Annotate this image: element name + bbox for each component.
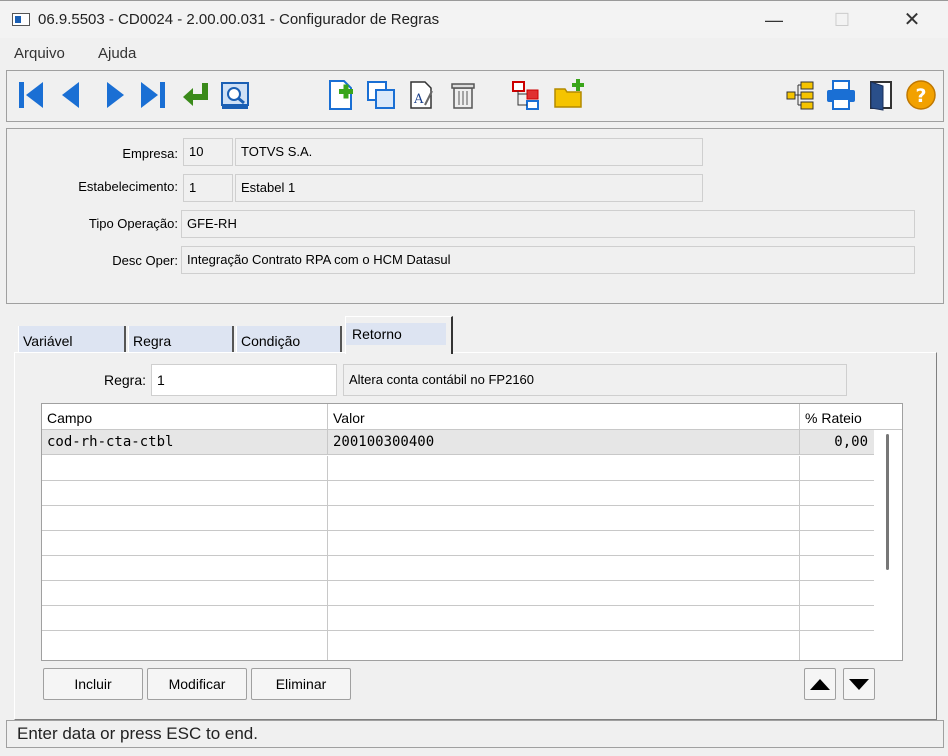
tree-icon[interactable]: [511, 79, 543, 111]
cell-empty[interactable]: [42, 456, 328, 481]
tab-condicao[interactable]: Condição: [236, 326, 342, 352]
arrow-down-icon: [849, 679, 869, 690]
cell-rateio[interactable]: 0,00: [800, 430, 874, 455]
new-folder-icon[interactable]: [553, 79, 585, 111]
cell-empty[interactable]: [328, 481, 800, 506]
cell-empty[interactable]: [42, 481, 328, 506]
tipo-operacao-field[interactable]: GFE-RH: [181, 210, 915, 238]
cell-empty[interactable]: [328, 606, 800, 631]
svg-text:A: A: [413, 92, 424, 107]
delete-icon[interactable]: [447, 79, 479, 111]
estabelecimento-label: Estabelecimento:: [78, 179, 178, 194]
empresa-code-field[interactable]: 10: [183, 138, 233, 166]
table-row[interactable]: [42, 481, 874, 506]
regra-field[interactable]: 1: [151, 364, 337, 396]
menu-bar: Arquivo Ajuda: [0, 38, 948, 68]
search-icon[interactable]: [219, 79, 251, 111]
tab-retorno-label: Retorno: [346, 323, 446, 345]
table-row[interactable]: [42, 456, 874, 481]
first-icon[interactable]: [15, 79, 47, 111]
minimize-button[interactable]: —: [752, 7, 796, 33]
cell-empty[interactable]: [328, 556, 800, 581]
tipo-operacao-label: Tipo Operação:: [88, 216, 178, 231]
grid-header: Campo Valor % Rateio: [42, 404, 902, 430]
toolbar: A ?: [6, 70, 944, 122]
copy-icon[interactable]: [365, 79, 397, 111]
empresa-name-field[interactable]: TOTVS S.A.: [235, 138, 703, 166]
cell-empty[interactable]: [42, 581, 328, 606]
tab-regra[interactable]: Regra: [128, 326, 234, 352]
cell-empty[interactable]: [328, 581, 800, 606]
last-icon[interactable]: [137, 79, 169, 111]
tab-variavel[interactable]: Variável: [18, 326, 126, 352]
table-row[interactable]: [42, 506, 874, 531]
exit-icon[interactable]: [865, 79, 897, 111]
edit-icon[interactable]: A: [405, 79, 437, 111]
table-row[interactable]: [42, 606, 874, 631]
table-row[interactable]: [42, 531, 874, 556]
close-button[interactable]: ✕: [890, 7, 934, 33]
modificar-button[interactable]: Modificar: [147, 668, 247, 700]
tab-retorno[interactable]: Retorno: [345, 316, 453, 354]
app-icon: [12, 13, 30, 26]
desc-oper-field[interactable]: Integração Contrato RPA com o HCM Datasu…: [181, 246, 915, 274]
table-row[interactable]: cod-rh-cta-ctbl 200100300400 0,00: [42, 430, 874, 455]
cell-empty[interactable]: [42, 631, 328, 660]
table-row[interactable]: [42, 631, 874, 660]
cell-campo[interactable]: cod-rh-cta-ctbl: [42, 430, 328, 455]
help-icon[interactable]: ?: [905, 79, 937, 111]
estabelecimento-name-field[interactable]: Estabel 1: [235, 174, 703, 202]
regra-desc-field[interactable]: Altera conta contábil no FP2160: [343, 364, 847, 396]
grid-scrollbar[interactable]: [874, 430, 902, 660]
maximize-button[interactable]: ☐: [820, 7, 864, 33]
cell-valor[interactable]: 200100300400: [328, 430, 800, 455]
new-icon[interactable]: [325, 79, 357, 111]
column-header-valor[interactable]: Valor: [328, 404, 800, 430]
move-up-button[interactable]: [804, 668, 836, 700]
move-down-button[interactable]: [843, 668, 875, 700]
next-icon[interactable]: [99, 79, 131, 111]
table-row[interactable]: [42, 556, 874, 581]
table-row[interactable]: [42, 581, 874, 606]
column-header-rateio[interactable]: % Rateio: [800, 404, 874, 430]
desc-oper-label: Desc Oper:: [112, 253, 178, 268]
cell-empty[interactable]: [42, 531, 328, 556]
print-icon[interactable]: [825, 79, 857, 111]
help-glyph: ?: [915, 85, 926, 107]
arrow-up-icon: [810, 679, 830, 690]
retorno-grid[interactable]: Campo Valor % Rateio cod-rh-cta-ctbl 200…: [41, 403, 903, 661]
estabelecimento-code-field[interactable]: 1: [183, 174, 233, 202]
cell-empty[interactable]: [42, 606, 328, 631]
scrollbar-thumb[interactable]: [886, 434, 889, 570]
regra-label: Regra:: [103, 372, 146, 388]
menu-arquivo[interactable]: Arquivo: [14, 45, 65, 62]
title-bar: 06.9.5503 - CD0024 - 2.00.00.031 - Confi…: [0, 0, 948, 38]
prev-icon[interactable]: [55, 79, 87, 111]
cell-empty[interactable]: [328, 531, 800, 556]
menu-ajuda[interactable]: Ajuda: [98, 45, 136, 62]
incluir-button[interactable]: Incluir: [43, 668, 143, 700]
structure-icon[interactable]: [785, 79, 817, 111]
column-header-campo[interactable]: Campo: [42, 404, 328, 430]
empresa-label: Empresa:: [122, 146, 178, 161]
cell-empty[interactable]: [328, 456, 800, 481]
window-title: 06.9.5503 - CD0024 - 2.00.00.031 - Confi…: [38, 11, 440, 28]
cell-empty[interactable]: [42, 506, 328, 531]
goto-icon[interactable]: [179, 79, 211, 111]
cell-empty[interactable]: [328, 506, 800, 531]
status-bar: Enter data or press ESC to end.: [6, 720, 944, 748]
cell-empty[interactable]: [42, 556, 328, 581]
cell-empty[interactable]: [328, 631, 800, 660]
eliminar-button[interactable]: Eliminar: [251, 668, 351, 700]
